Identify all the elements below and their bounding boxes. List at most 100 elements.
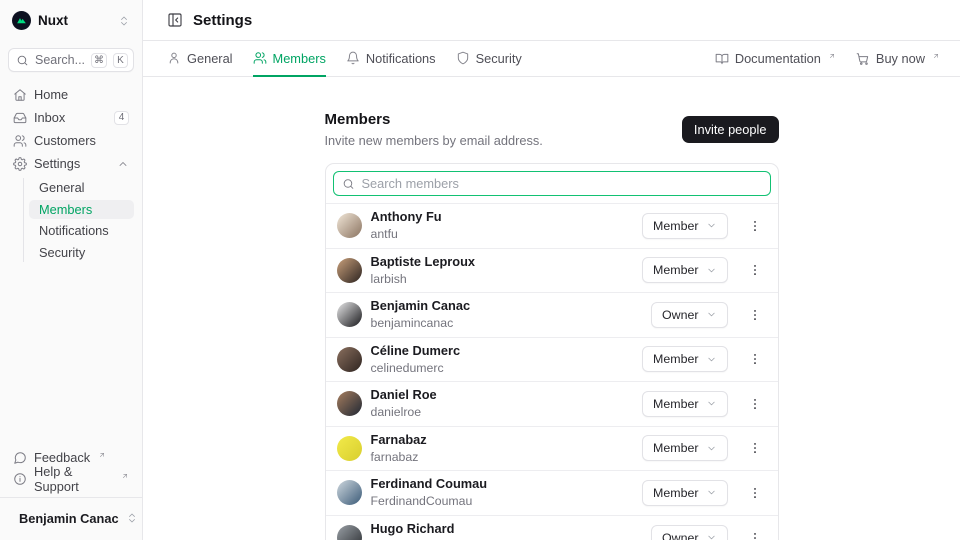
documentation-label: Documentation [735, 51, 821, 66]
buy-now-link[interactable]: Buy now [856, 51, 940, 66]
member-info: Céline Dumerc celinedumerc [371, 344, 634, 375]
members-list: Anthony Fu antfu Member Baptiste Leproux… [326, 204, 778, 540]
sidebar-item-label: Inbox [34, 110, 107, 125]
member-username: farnabaz [371, 450, 634, 464]
member-info: Farnabaz farnabaz [371, 433, 634, 464]
sidebar-spacer [8, 262, 134, 447]
members-search-input[interactable] [333, 171, 771, 196]
tab-general[interactable]: General [167, 41, 233, 77]
external-link-icon [98, 451, 106, 459]
role-select[interactable]: Owner [651, 302, 728, 328]
help-support-link[interactable]: Help & Support [8, 468, 134, 489]
members-header: Members Invite new members by email addr… [325, 111, 779, 148]
avatar [337, 213, 362, 238]
role-select[interactable]: Member [642, 257, 727, 283]
tab-bar: General Members Notifications Security [143, 41, 960, 77]
shield-icon [456, 51, 470, 65]
role-select[interactable]: Member [642, 435, 727, 461]
sidebar-item-label: Settings [34, 156, 110, 171]
row-menu-button[interactable] [744, 395, 766, 413]
member-info: Hugo Richard hugorcd [371, 522, 643, 540]
sidebar-collapse-icon[interactable] [167, 12, 183, 28]
users-icon [13, 134, 27, 148]
member-name: Daniel Roe [371, 388, 634, 403]
team-selector[interactable]: Nuxt [8, 8, 134, 33]
tabs: General Members Notifications Security [167, 41, 522, 76]
row-menu-button[interactable] [744, 529, 766, 540]
sidebar-item-settings[interactable]: Settings [8, 153, 134, 174]
user-icon [167, 51, 181, 65]
main: Settings General Members Notifications [143, 0, 960, 540]
invite-people-button[interactable]: Invite people [682, 116, 779, 143]
inbox-count-badge: 4 [114, 111, 129, 125]
shopping-cart-icon [856, 52, 870, 66]
sidebar-item-customers[interactable]: Customers [8, 130, 134, 151]
row-menu-button[interactable] [744, 350, 766, 368]
member-info: Baptiste Leproux larbish [371, 255, 634, 286]
role-select[interactable]: Member [642, 346, 727, 372]
row-menu-button[interactable] [744, 484, 766, 502]
tab-label: Members [273, 51, 326, 66]
member-name: Baptiste Leproux [371, 255, 634, 270]
row-menu-button[interactable] [744, 217, 766, 235]
tab-security[interactable]: Security [456, 41, 522, 77]
user-menu[interactable]: Benjamin Canac [10, 506, 132, 530]
sidebar-item-members[interactable]: Members [29, 200, 134, 220]
sidebar: Nuxt Search... ⌘ K Home Inbox 4 [0, 0, 143, 540]
sidebar-search[interactable]: Search... ⌘ K [8, 48, 134, 72]
home-icon [13, 88, 27, 102]
row-menu-button[interactable] [744, 306, 766, 324]
role-value: Owner [662, 308, 699, 322]
header-links: Documentation Buy now [715, 41, 940, 76]
sidebar-item-general[interactable]: General [29, 178, 134, 198]
row-menu-button[interactable] [744, 261, 766, 279]
kbd-k: K [113, 53, 128, 68]
member-username: antfu [371, 227, 634, 241]
member-username: celinedumerc [371, 361, 634, 375]
users-icon [253, 51, 267, 65]
info-circle-icon [13, 472, 27, 486]
member-row: Céline Dumerc celinedumerc Member [326, 338, 778, 383]
sidebar-item-home[interactable]: Home [8, 84, 134, 105]
member-info: Ferdinand Coumau FerdinandCoumau [371, 477, 634, 508]
documentation-link[interactable]: Documentation [715, 51, 836, 66]
content: Members Invite new members by email addr… [143, 77, 960, 540]
member-info: Benjamin Canac benjamincanac [371, 299, 643, 330]
external-link-icon [932, 52, 940, 60]
chevron-up-down-icon [126, 512, 138, 524]
sidebar-item-label: Home [34, 87, 129, 102]
sidebar-item-inbox[interactable]: Inbox 4 [8, 107, 134, 128]
sidebar-item-notifications[interactable]: Notifications [29, 221, 134, 241]
member-username: benjamincanac [371, 316, 643, 330]
role-value: Member [653, 486, 698, 500]
avatar [337, 302, 362, 327]
sidebar-nav: Home Inbox 4 Customers Settings Gener [8, 84, 134, 262]
avatar [337, 347, 362, 372]
page-title: Settings [193, 12, 252, 29]
role-select[interactable]: Owner [651, 525, 728, 540]
sidebar-item-security[interactable]: Security [29, 243, 134, 263]
bell-icon [346, 51, 360, 65]
gear-icon [13, 157, 27, 171]
settings-subnav: General Members Notifications Security [23, 178, 134, 262]
role-select[interactable]: Member [642, 391, 727, 417]
help-support-label: Help & Support [34, 464, 113, 494]
member-name: Hugo Richard [371, 522, 643, 537]
tab-notifications[interactable]: Notifications [346, 41, 436, 77]
chevron-up-icon [117, 158, 129, 170]
role-value: Member [653, 397, 698, 411]
member-name: Farnabaz [371, 433, 634, 448]
kbd-meta: ⌘ [91, 53, 107, 68]
row-menu-button[interactable] [744, 439, 766, 457]
member-row: Anthony Fu antfu Member [326, 204, 778, 249]
chevron-down-icon [706, 532, 717, 540]
role-value: Member [653, 219, 698, 233]
role-select[interactable]: Member [642, 213, 727, 239]
role-select[interactable]: Member [642, 480, 727, 506]
avatar [337, 258, 362, 283]
member-info: Anthony Fu antfu [371, 210, 634, 241]
team-name: Nuxt [38, 13, 111, 28]
avatar [337, 480, 362, 505]
chevron-down-icon [706, 309, 717, 320]
tab-members[interactable]: Members [253, 41, 326, 77]
